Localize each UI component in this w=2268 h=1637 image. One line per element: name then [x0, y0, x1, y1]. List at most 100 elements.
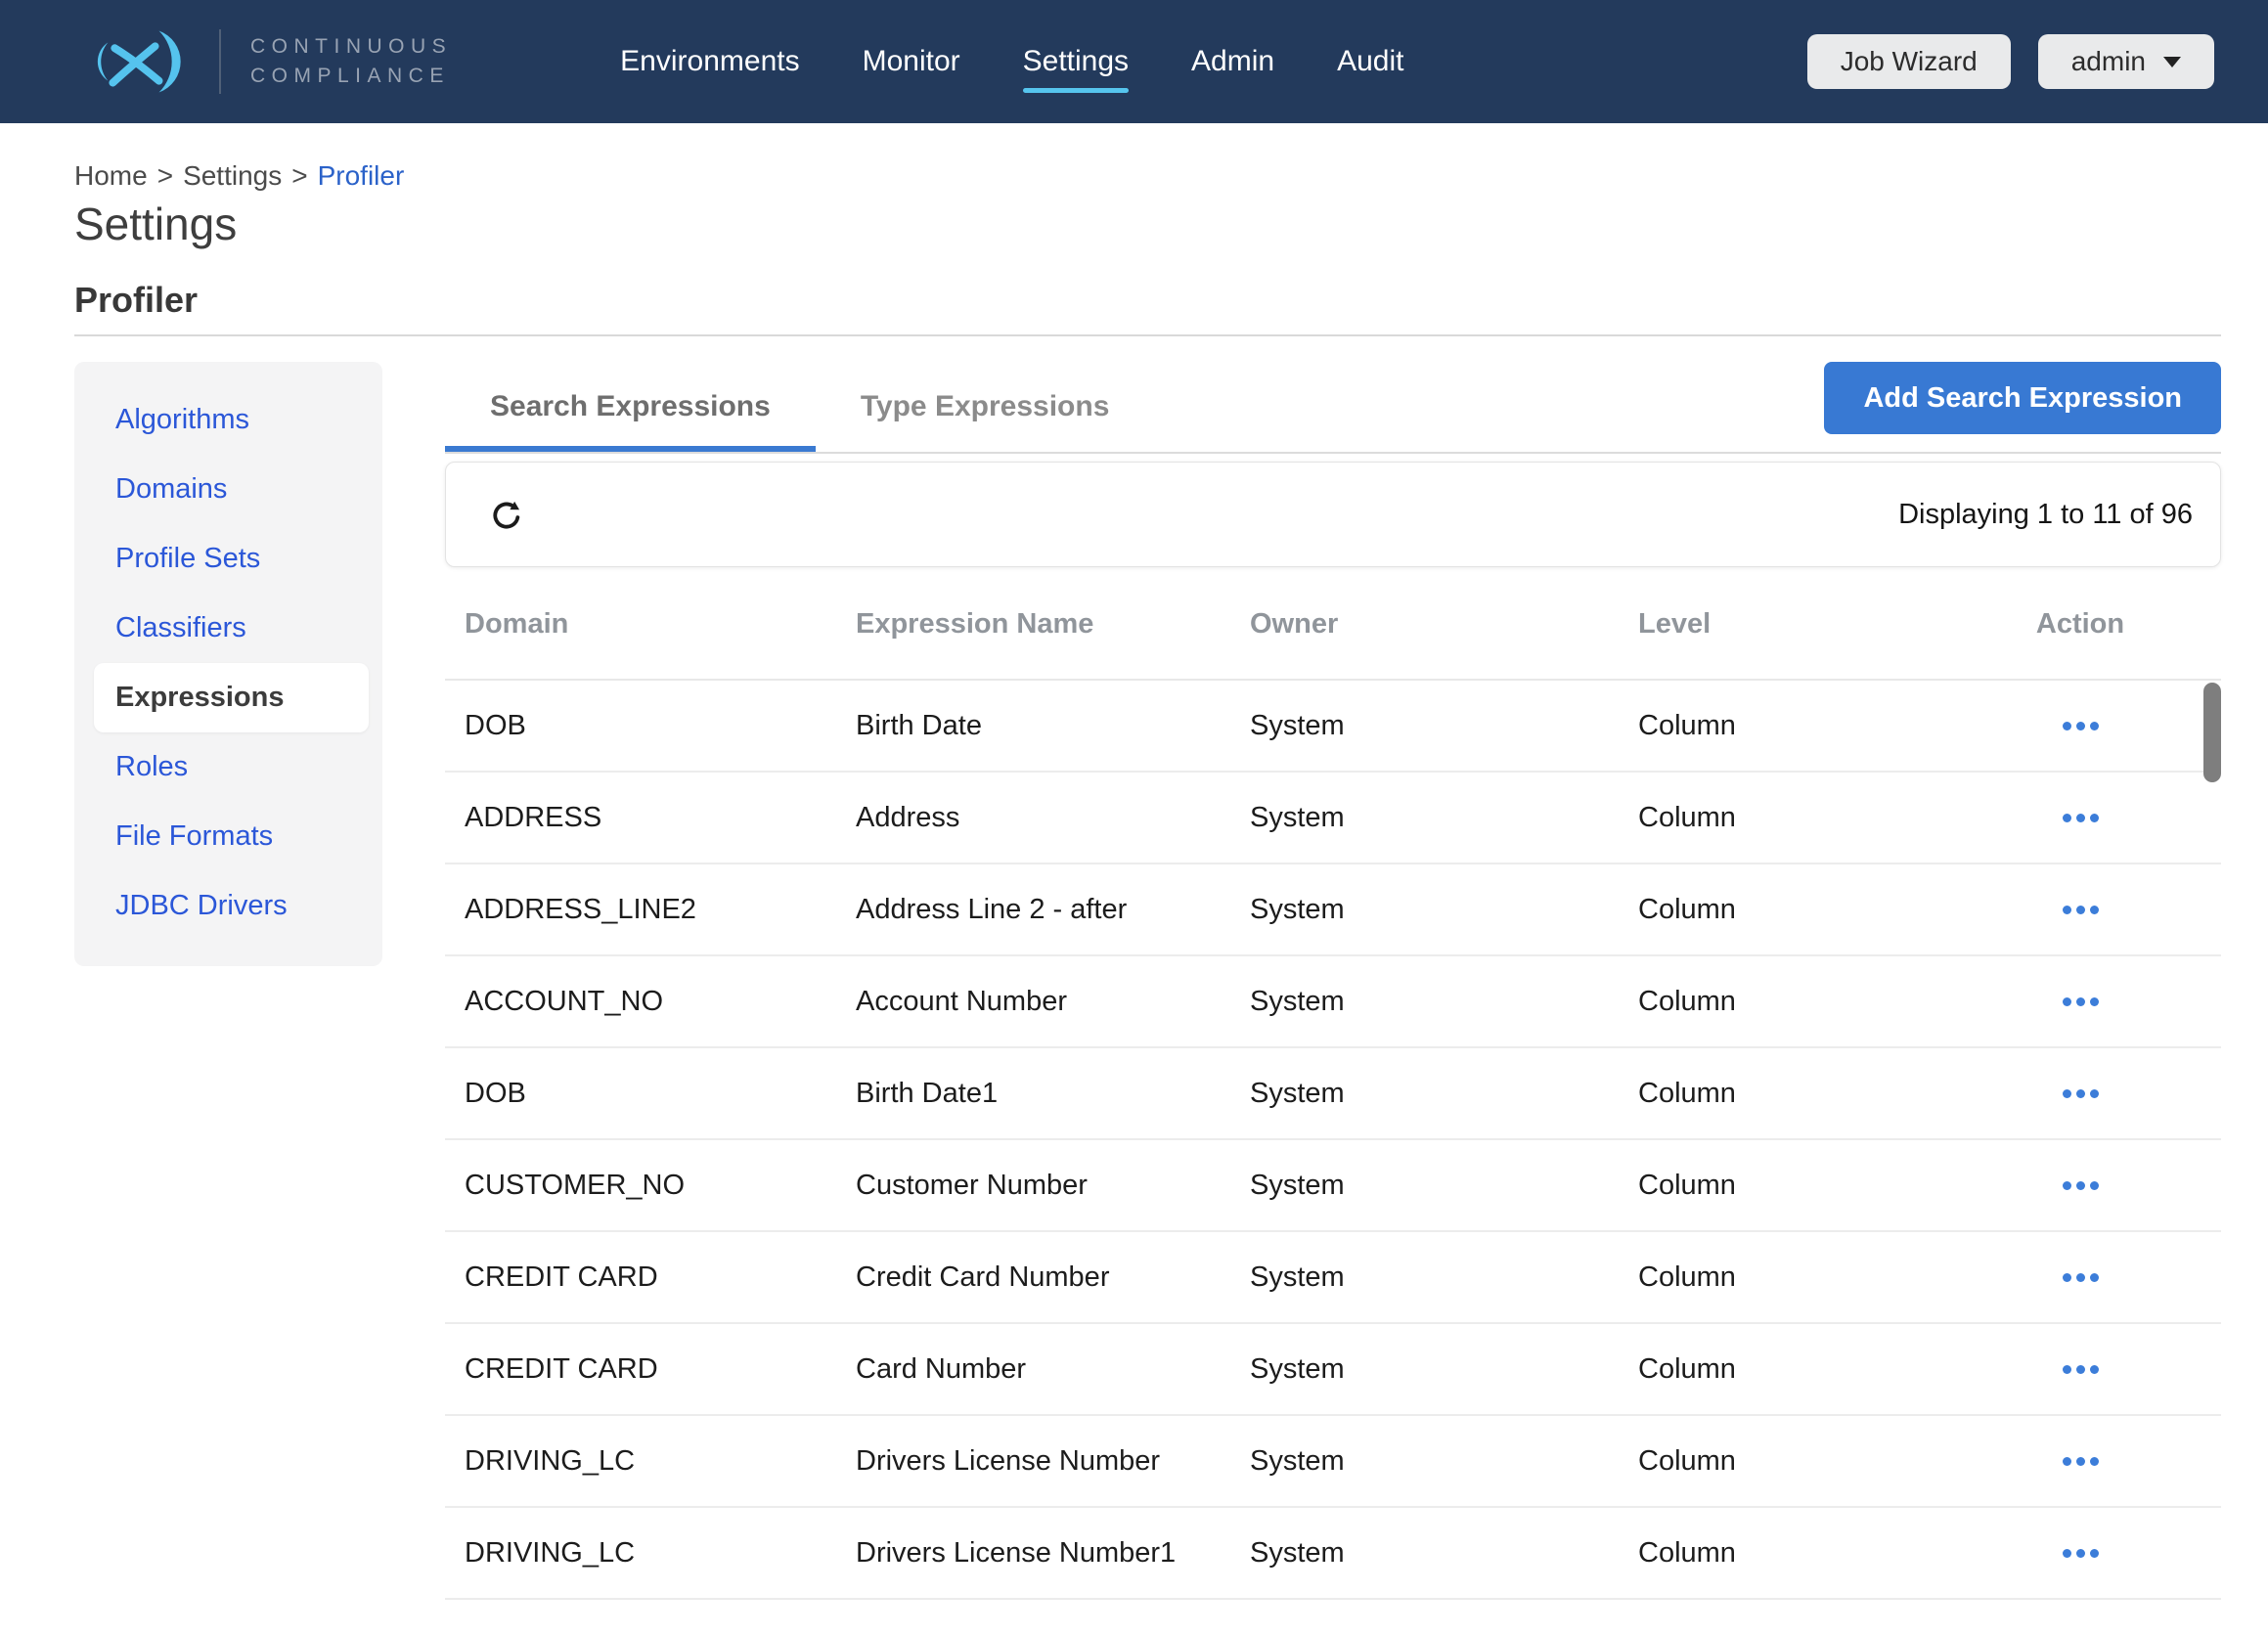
cell-level: Column [1638, 1445, 2026, 1478]
ellipsis-icon [2063, 997, 2071, 1006]
ellipsis-icon [2063, 1273, 2071, 1282]
cell-action [2026, 896, 2134, 924]
cell-owner: System [1250, 1445, 1638, 1478]
table-row: DRIVING_LC Drivers License Number1 Syste… [445, 1508, 2221, 1600]
column-header-expression-name[interactable]: Expression Name [856, 608, 1250, 641]
ellipsis-icon [2063, 1365, 2071, 1374]
cell-level: Column [1638, 1261, 2026, 1294]
user-menu-button[interactable]: admin [2038, 34, 2214, 89]
column-header-owner[interactable]: Owner [1250, 608, 1638, 641]
table-body: DOB Birth Date System Column ADDRESS Add… [445, 681, 2221, 1600]
cell-level: Column [1638, 986, 2026, 1018]
row-actions-button[interactable] [2053, 1355, 2109, 1384]
cell-owner: System [1250, 1170, 1638, 1202]
nav-item-admin[interactable]: Admin [1191, 45, 1274, 78]
brand-divider [219, 29, 221, 94]
table-row: ADDRESS_LINE2 Address Line 2 - after Sys… [445, 864, 2221, 956]
table-row: ADDRESS Address System Column [445, 773, 2221, 864]
table-row: CUSTOMER_NO Customer Number System Colum… [445, 1140, 2221, 1232]
tab-type-expressions[interactable]: Type Expressions [816, 362, 1155, 452]
cell-action [2026, 1172, 2134, 1200]
sidebar-item-domains[interactable]: Domains [74, 455, 382, 524]
add-search-expression-button[interactable]: Add Search Expression [1824, 362, 2221, 434]
job-wizard-button[interactable]: Job Wizard [1807, 34, 2011, 89]
column-header-level[interactable]: Level [1638, 608, 2026, 641]
content: Algorithms Domains Profile Sets Classifi… [0, 336, 2268, 1600]
sidebar-item-file-formats[interactable]: File Formats [74, 802, 382, 871]
cell-owner: System [1250, 1353, 1638, 1386]
breadcrumb-settings[interactable]: Settings [183, 160, 282, 191]
cell-action [2026, 804, 2134, 832]
ellipsis-icon [2063, 1457, 2071, 1466]
sidebar: Algorithms Domains Profile Sets Classifi… [74, 362, 382, 966]
main-panel: Search Expressions Type Expressions Add … [445, 362, 2221, 1600]
row-actions-button[interactable] [2053, 1539, 2109, 1568]
cell-expression-name: Drivers License Number1 [856, 1537, 1250, 1570]
cell-action [2026, 1263, 2134, 1292]
table-toolbar: Displaying 1 to 11 of 96 [445, 462, 2221, 567]
cell-level: Column [1638, 1353, 2026, 1386]
cell-domain: CREDIT CARD [465, 1353, 856, 1386]
cell-level: Column [1638, 1078, 2026, 1110]
delphix-logo-icon [74, 22, 190, 101]
cell-expression-name: Customer Number [856, 1170, 1250, 1202]
cell-domain: ADDRESS_LINE2 [465, 894, 856, 926]
row-actions-button[interactable] [2053, 1447, 2109, 1476]
tabs-row: Search Expressions Type Expressions Add … [445, 362, 2221, 454]
sidebar-item-classifiers[interactable]: Classifiers [74, 594, 382, 663]
cell-owner: System [1250, 894, 1638, 926]
cell-expression-name: Drivers License Number [856, 1445, 1250, 1478]
breadcrumb-profiler[interactable]: Profiler [318, 160, 405, 191]
cell-action [2026, 1447, 2134, 1476]
nav-item-environments[interactable]: Environments [620, 45, 799, 78]
column-header-domain[interactable]: Domain [465, 608, 856, 641]
nav-item-audit[interactable]: Audit [1337, 45, 1403, 78]
section-title: Profiler [74, 280, 2268, 321]
sidebar-item-roles[interactable]: Roles [74, 732, 382, 802]
table-row: DOB Birth Date System Column [445, 681, 2221, 773]
row-actions-button[interactable] [2053, 804, 2109, 832]
row-actions-button[interactable] [2053, 1263, 2109, 1292]
cell-expression-name: Address [856, 802, 1250, 834]
cell-level: Column [1638, 802, 2026, 834]
nav-item-monitor[interactable]: Monitor [863, 45, 960, 78]
cell-action [2026, 1080, 2134, 1108]
refresh-icon [489, 496, 526, 533]
user-menu-label: admin [2071, 46, 2146, 77]
ellipsis-icon [2063, 906, 2071, 914]
table-row: DOB Birth Date1 System Column [445, 1048, 2221, 1140]
cell-domain: DOB [465, 710, 856, 742]
cell-domain: DRIVING_LC [465, 1445, 856, 1478]
sidebar-item-jdbc-drivers[interactable]: JDBC Drivers [74, 871, 382, 941]
ellipsis-icon [2063, 722, 2071, 730]
expressions-table: Domain Expression Name Owner Level Actio… [445, 567, 2221, 1600]
row-actions-button[interactable] [2053, 1172, 2109, 1200]
sidebar-item-profile-sets[interactable]: Profile Sets [74, 524, 382, 594]
scrollbar-thumb[interactable] [2203, 683, 2221, 782]
cell-level: Column [1638, 894, 2026, 926]
cell-expression-name: Credit Card Number [856, 1261, 1250, 1294]
cell-action [2026, 1539, 2134, 1568]
nav-menu: Environments Monitor Settings Admin Audi… [620, 45, 1403, 78]
cell-domain: ACCOUNT_NO [465, 986, 856, 1018]
tab-search-expressions[interactable]: Search Expressions [445, 362, 816, 452]
cell-owner: System [1250, 1261, 1638, 1294]
breadcrumb-home[interactable]: Home [74, 160, 148, 191]
row-actions-button[interactable] [2053, 712, 2109, 740]
breadcrumb-separator: > [291, 160, 307, 191]
brand-text: CONTINUOUS COMPLIANCE [250, 32, 452, 91]
cell-owner: System [1250, 802, 1638, 834]
column-header-action: Action [2026, 608, 2134, 641]
sidebar-item-expressions[interactable]: Expressions [94, 663, 369, 732]
row-actions-button[interactable] [2053, 1080, 2109, 1108]
brand-line1: CONTINUOUS [250, 32, 452, 62]
table-header-row: Domain Expression Name Owner Level Actio… [445, 567, 2221, 681]
cell-owner: System [1250, 1537, 1638, 1570]
refresh-button[interactable] [489, 496, 526, 533]
nav-item-settings[interactable]: Settings [1023, 45, 1129, 78]
sidebar-item-algorithms[interactable]: Algorithms [74, 385, 382, 455]
row-actions-button[interactable] [2053, 896, 2109, 924]
table-row: CREDIT CARD Credit Card Number System Co… [445, 1232, 2221, 1324]
row-actions-button[interactable] [2053, 988, 2109, 1016]
brand: CONTINUOUS COMPLIANCE [74, 22, 452, 101]
